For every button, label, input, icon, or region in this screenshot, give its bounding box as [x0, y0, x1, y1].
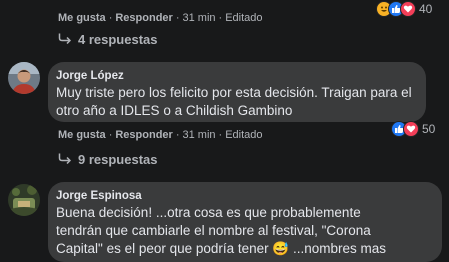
comment-timestamp[interactable]: 31 min — [183, 129, 216, 141]
separator-dot: · — [108, 12, 113, 24]
replies-count-label: 4 respuestas — [78, 32, 158, 47]
comment-text-line: tendrán que cambiarle el nombre al festi… — [56, 223, 371, 238]
separator-dot: · — [218, 12, 223, 24]
view-replies-link[interactable]: 4 respuestas — [58, 32, 158, 47]
like-button[interactable]: Me gusta — [58, 129, 106, 141]
view-replies-link[interactable]: 9 respuestas — [58, 152, 158, 167]
comment-text-line: Buena decisión! ...otra cosa es que prob… — [56, 205, 361, 220]
edited-label: Editado — [225, 12, 263, 24]
replies-count-label: 9 respuestas — [78, 152, 158, 167]
separator-dot: · — [108, 129, 113, 141]
comment-actions: Me gusta · Responder · 31 min · Editado — [58, 129, 263, 141]
love-icon — [400, 1, 416, 17]
reply-button[interactable]: Responder — [115, 12, 172, 24]
comment-bubble: Jorge Espinosa Buena decisión! ...otra c… — [48, 182, 442, 262]
comment-author[interactable]: Jorge López — [56, 70, 124, 82]
reply-arrow-icon — [58, 152, 72, 167]
comment-timestamp[interactable]: 31 min — [183, 12, 216, 24]
reaction-count: 40 — [419, 2, 433, 16]
comment-text-line: Capital" es el peor que podría tener 😅 .… — [56, 241, 387, 256]
reaction-summary[interactable]: 40 — [376, 0, 432, 18]
reply-arrow-icon — [58, 32, 72, 47]
reaction-count: 50 — [422, 122, 436, 136]
comment-actions: Me gusta · Responder · 31 min · Editado — [58, 12, 263, 24]
edited-label: Editado — [225, 129, 263, 141]
love-icon — [403, 121, 419, 137]
reaction-summary[interactable]: 50 — [391, 120, 435, 138]
comment-bubble: Jorge López Muy triste pero los felicito… — [48, 62, 426, 122]
like-button[interactable]: Me gusta — [58, 12, 106, 24]
comment-text: Muy triste pero los felicito por esta de… — [56, 85, 412, 118]
avatar[interactable] — [8, 62, 40, 94]
avatar[interactable] — [8, 184, 40, 216]
reply-button[interactable]: Responder — [115, 129, 172, 141]
separator-dot: · — [218, 129, 223, 141]
separator-dot: · — [175, 129, 180, 141]
comment-author[interactable]: Jorge Espinosa — [56, 190, 142, 202]
separator-dot: · — [175, 12, 180, 24]
